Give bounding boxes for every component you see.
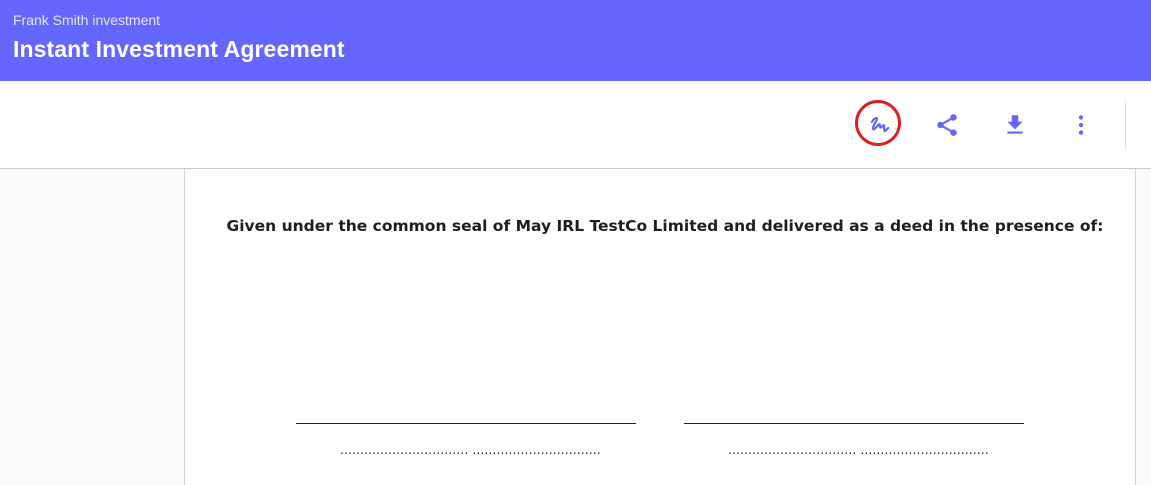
left-panel [0,169,184,485]
download-icon [1007,115,1023,134]
document-page[interactable]: Given under the common seal of May IRL T… [184,169,1136,485]
more-options-button[interactable] [1061,105,1101,145]
header-subtitle: Frank Smith investment [13,12,161,28]
document-toolbar [0,81,1151,169]
right-panel [1136,169,1151,485]
deed-statement: Given under the common seal of May IRL T… [226,217,1104,235]
signature-icon [870,116,890,132]
download-button[interactable] [995,105,1035,145]
more-vert-icon [1078,115,1084,135]
signature-line-right [684,423,1024,424]
signature-name-placeholder-left: ................................ .......… [340,443,601,457]
sign-button[interactable] [860,105,900,145]
signature-line-left [296,423,636,424]
signature-name-placeholder-right: ................................ .......… [728,443,989,457]
toolbar-divider [1125,101,1126,149]
app-header: Frank Smith investment Instant Investmen… [0,0,1151,81]
share-icon [937,114,957,136]
page-title: Instant Investment Agreement [13,36,345,62]
share-button[interactable] [927,105,967,145]
